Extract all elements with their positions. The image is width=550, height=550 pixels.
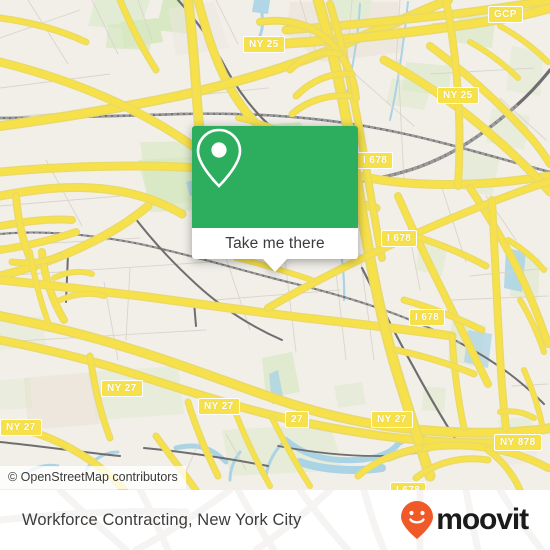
place-title: Workforce Contracting, New York City [22,510,302,529]
highway-shield: NY 27 [198,398,240,415]
highway-shield: NY 25 [243,36,285,53]
moovit-wordmark: moovit [436,503,529,536]
location-popup-card[interactable]: Take me there [192,126,358,272]
highway-shield: I 678 [409,309,446,326]
page-footer: Workforce Contracting, New York City moo… [0,490,550,550]
highway-shield: I 678 [381,230,418,247]
map-canvas[interactable]: .rd { fill:none; stroke:#f7e14a; stroke-… [0,0,550,490]
map-result-page: .rd { fill:none; stroke:#f7e14a; stroke-… [0,0,550,550]
take-me-there-label: Take me there [225,234,325,252]
popup-card-action[interactable]: Take me there [192,228,358,272]
popup-tail [263,259,287,272]
highway-shield: 27 [285,411,309,428]
highway-shield: NY 27 [0,419,42,436]
highway-shield: NY 27 [101,380,143,397]
highway-shield: I 678 [390,482,427,490]
moovit-brand[interactable]: moovit [400,500,529,540]
highway-shield: NY 878 [494,434,542,451]
highway-shield: GCP [488,6,523,23]
highway-shield: NY 27 [371,411,413,428]
highway-shield: I 678 [357,152,394,169]
footer-content: Workforce Contracting, New York City moo… [0,490,550,550]
highway-shield: NY 25 [437,87,479,104]
moovit-smiley-pin-icon [401,501,434,539]
map-pin-icon [196,128,242,188]
map-attribution[interactable]: © OpenStreetMap contributors [0,466,186,489]
popup-card-hero [192,126,358,228]
